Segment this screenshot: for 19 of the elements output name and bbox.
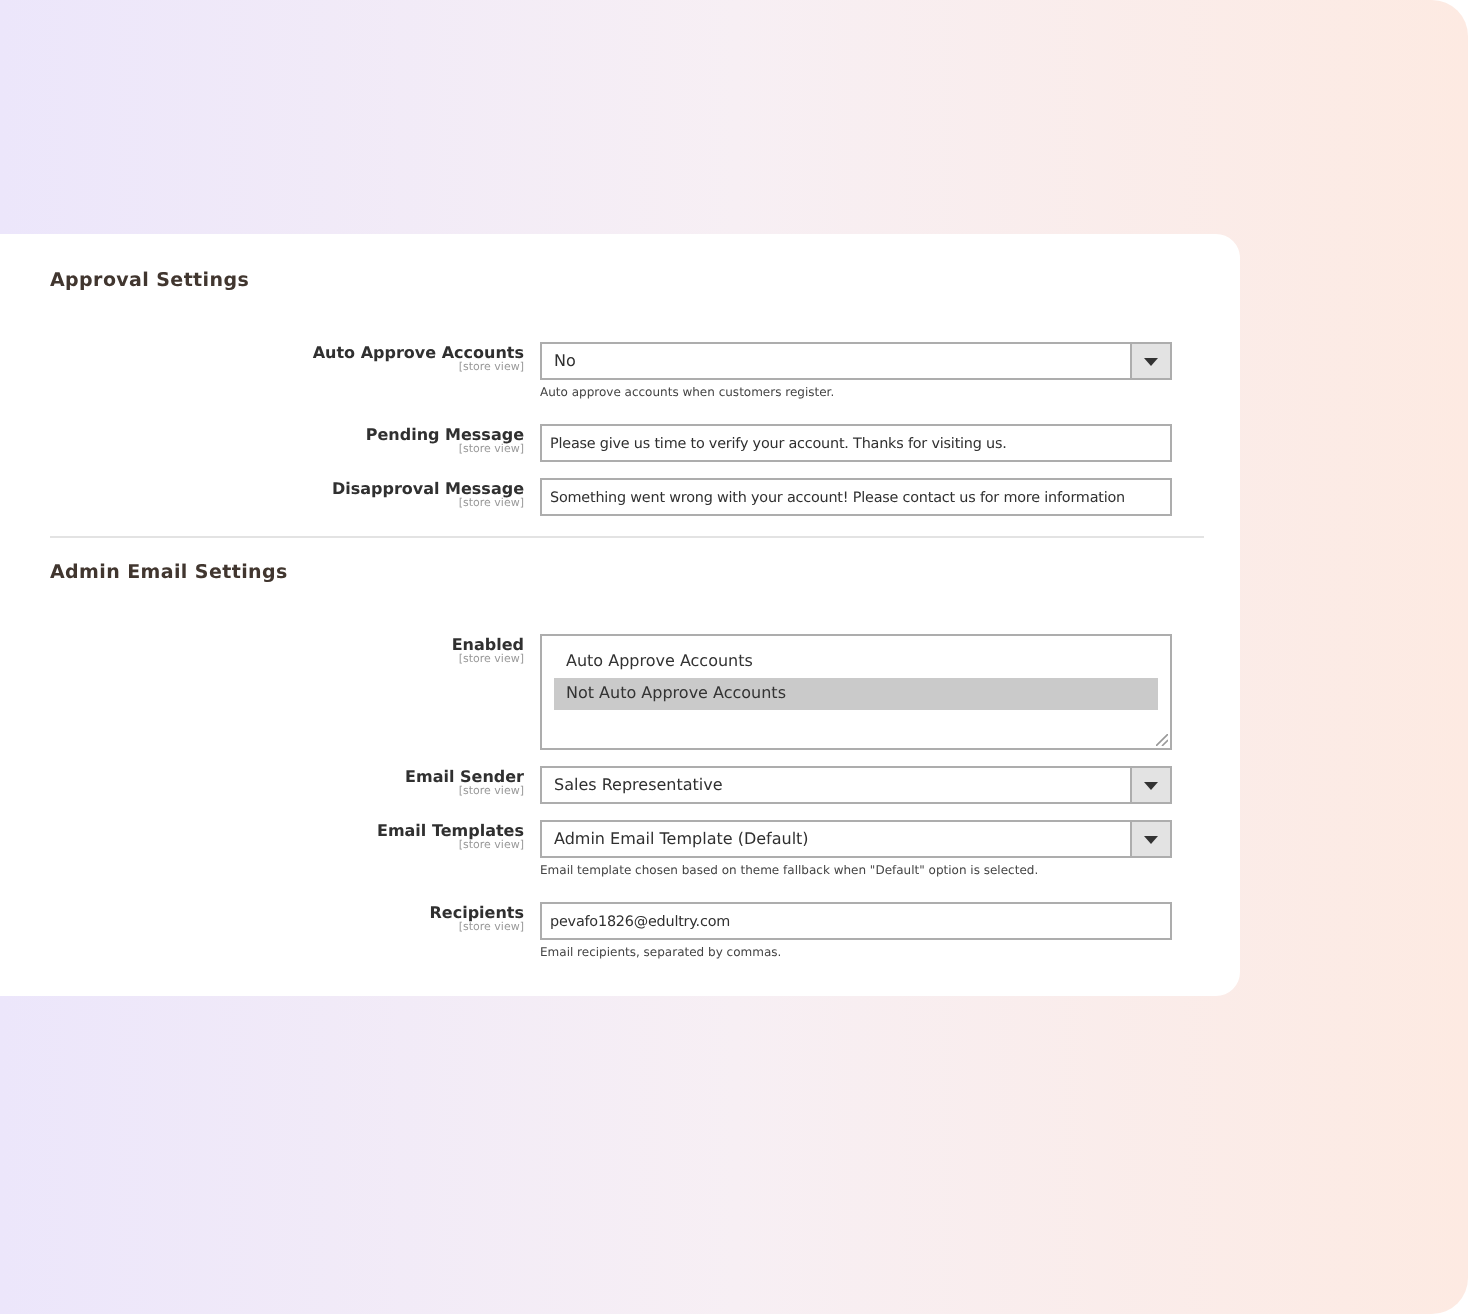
select-dropdown[interactable]: Sales Representative: [540, 766, 1172, 804]
section-title: Admin Email Settings: [50, 562, 290, 584]
caret-icon: [1144, 357, 1158, 365]
section-title: Approval Settings: [50, 270, 252, 292]
field-label: Email Templates: [376, 822, 524, 840]
field-label: Pending Message: [365, 426, 524, 444]
select-dropdown[interactable]: Admin Email Template (Default): [540, 820, 1172, 858]
field-label: Recipients: [429, 904, 524, 922]
field-label: Email Sender: [405, 768, 524, 786]
field-label: Enabled: [451, 636, 524, 654]
field-label: Disapproval Message: [331, 480, 524, 498]
select-dropdown[interactable]: No: [540, 342, 1172, 380]
multiselect-list[interactable]: Auto Approve Accounts Not Auto Approve Accounts: [540, 634, 1172, 750]
field-label: Auto Approve Accounts: [312, 344, 524, 362]
list-option[interactable]: Auto Approve Accounts: [554, 646, 1158, 678]
caret-icon: [1144, 781, 1158, 789]
resize-grip-icon: [1156, 734, 1168, 746]
list-option[interactable]: Not Auto Approve Accounts: [554, 678, 1158, 710]
caret-icon: [1144, 835, 1158, 843]
